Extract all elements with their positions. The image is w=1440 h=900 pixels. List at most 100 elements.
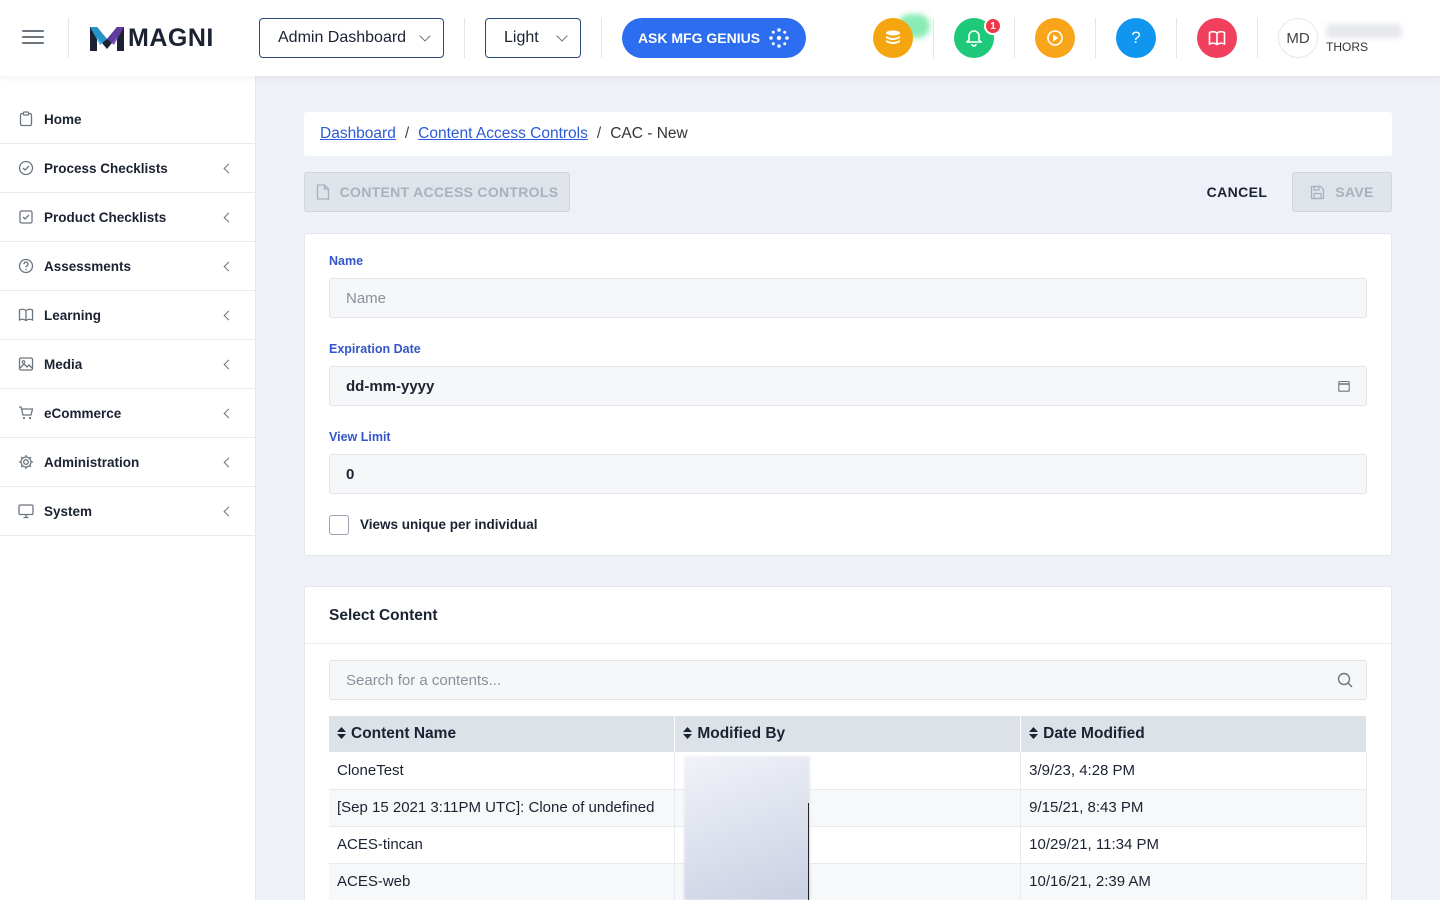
save-button-label: SAVE [1335,184,1374,200]
magni-logo-icon [90,27,124,51]
column-header-content-name[interactable]: Content Name [329,716,676,752]
play-circle-icon [1047,30,1063,46]
cell-content-name: ACES-web [329,863,676,900]
header-divider [1095,18,1096,58]
clipboard-icon [18,111,34,127]
book-open-icon [1208,31,1226,46]
cac-button-label: CONTENT ACCESS CONTROLS [339,184,559,200]
breadcrumb-current: CAC - New [610,125,688,142]
question-circle-icon [18,258,34,274]
table-row[interactable]: ACES-web 10/16/21, 2:39 AM [329,863,1367,900]
sidebar-item-label: Administration [44,454,140,470]
book-open-icon [18,307,34,323]
expiration-date-input[interactable]: dd-mm-yyyy [329,366,1367,406]
breadcrumb-separator: / [404,125,410,142]
save-button[interactable]: SAVE [1292,172,1392,212]
cac-form-card: Name Expiration Date dd-mm-yyyy View Lim… [304,233,1392,556]
table-row[interactable]: [Sep 15 2021 3:11PM UTC]: Clone of undef… [329,789,1367,827]
sidebar: Home Process Checklists Product Checklis… [0,76,256,900]
sort-icon [683,727,693,739]
gear-icon [18,454,34,470]
header-divider [464,18,465,58]
cancel-button[interactable]: CANCEL [1198,172,1276,212]
ask-button-label: ASK MFG GENIUS [637,30,761,46]
coins-button[interactable] [873,18,913,58]
sparkle-icon [769,28,789,48]
sidebar-item-process-checklists[interactable]: Process Checklists [0,144,256,193]
header-divider [1014,18,1015,58]
sort-icon [337,727,346,739]
sidebar-item-ecommerce[interactable]: eCommerce [0,389,256,438]
ask-mfg-genius-button[interactable]: ASK MFG GENIUS [622,18,806,58]
sidebar-item-label: Home [44,111,82,127]
cart-icon [18,405,34,421]
content-access-controls-button[interactable]: CONTENT ACCESS CONTROLS [304,172,570,212]
chevron-left-icon [223,212,234,223]
cell-content-name: ACES-tincan [329,826,676,864]
sidebar-item-label: Learning [44,307,102,323]
chevron-down-icon [419,30,431,42]
app-logo[interactable]: MAGNI [90,22,214,54]
column-header-date-modified[interactable]: Date Modified [1020,716,1367,752]
breadcrumb-dashboard-link[interactable]: Dashboard [320,125,396,143]
name-label: Name [329,254,364,268]
menu-icon[interactable] [22,30,44,46]
chevron-left-icon [223,310,234,321]
view-limit-label: View Limit [329,430,391,444]
views-unique-checkbox[interactable] [329,515,349,535]
dashboard-select[interactable]: Admin Dashboard [259,18,444,58]
column-header-modified-by[interactable]: Modified By [674,716,1022,752]
cell-date-modified: 3/9/23, 4:28 PM [1020,752,1367,790]
calendar-icon[interactable] [1338,380,1350,392]
table-header-row: Content Name Modified By Date Modified [329,716,1367,752]
docs-button[interactable] [1197,18,1237,58]
expiration-date-value: dd-mm-yyyy [346,377,435,395]
redaction-edge [808,803,809,900]
card-divider [305,643,1391,644]
cell-date-modified: 9/15/21, 8:43 PM [1020,789,1367,827]
sidebar-item-label: System [44,503,93,519]
save-icon [1311,185,1325,199]
help-button[interactable]: ? [1116,18,1156,58]
chevron-left-icon [223,163,234,174]
avatar[interactable]: MD [1278,18,1318,58]
cancel-button-label: CANCEL [1206,184,1268,200]
view-limit-input[interactable] [329,454,1367,494]
sidebar-item-assessments[interactable]: Assessments [0,242,256,291]
content-search-input[interactable] [329,660,1367,700]
sidebar-item-administration[interactable]: Administration [0,438,256,487]
chevron-left-icon [223,359,234,370]
sidebar-item-system[interactable]: System [0,487,256,536]
sort-icon [1029,727,1039,739]
theme-select[interactable]: Light [485,18,581,58]
breadcrumb-content-access-link[interactable]: Content Access Controls [418,125,588,143]
name-input[interactable] [329,278,1367,318]
search-icon[interactable] [1337,672,1353,688]
sidebar-item-media[interactable]: Media [0,340,256,389]
chevron-left-icon [223,261,234,272]
sidebar-item-home[interactable]: Home [0,95,256,144]
select-content-title: Select Content [329,607,438,624]
notifications-button[interactable]: 1 [954,17,1002,58]
cell-content-name: [Sep 15 2021 3:11PM UTC]: Clone of undef… [329,789,676,827]
table-row[interactable]: CloneTest 3/9/23, 4:28 PM [329,752,1367,790]
column-header-label: Date Modified [1043,725,1145,742]
modified-by-redacted [684,756,810,900]
avatar-initials: MD [1286,29,1310,47]
sidebar-item-label: Product Checklists [44,209,167,225]
sidebar-item-learning[interactable]: Learning [0,291,256,340]
image-icon [18,356,34,372]
header-divider [1176,18,1177,58]
monitor-icon [18,503,34,519]
sidebar-item-label: eCommerce [44,405,122,421]
media-play-button[interactable] [1035,18,1075,58]
chevron-left-icon [223,457,234,468]
user-org: THORS [1326,40,1368,54]
sidebar-item-product-checklists[interactable]: Product Checklists [0,193,256,242]
question-icon: ? [1131,28,1141,47]
header-divider [933,18,934,58]
notification-badge: 1 [984,17,1002,35]
bell-icon [966,30,982,47]
theme-select-label: Light [504,29,539,46]
table-row[interactable]: ACES-tincan 10/29/21, 11:34 PM [329,826,1367,864]
